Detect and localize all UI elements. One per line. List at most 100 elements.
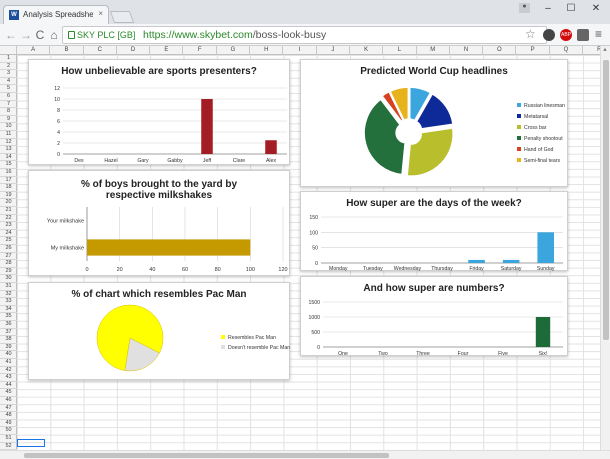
row-header[interactable]: 37 bbox=[0, 329, 17, 337]
user-profile-icon[interactable]: ● bbox=[519, 3, 530, 13]
horizontal-scroll-thumb[interactable] bbox=[24, 453, 389, 458]
column-header[interactable]: C bbox=[84, 46, 117, 55]
column-header[interactable]: G bbox=[217, 46, 251, 55]
chart-days[interactable]: How super are the days of the week? 0 50 1… bbox=[300, 191, 568, 272]
abp-icon[interactable]: ABP bbox=[560, 29, 572, 41]
row-header[interactable]: 20 bbox=[0, 199, 17, 207]
maximize-button[interactable]: ☐ bbox=[564, 3, 578, 14]
row-header[interactable]: 42 bbox=[0, 367, 17, 375]
column-header[interactable]: N bbox=[450, 46, 484, 55]
chrome-menu-icon[interactable]: ≡ bbox=[595, 27, 602, 41]
vertical-scroll-thumb[interactable] bbox=[603, 60, 609, 340]
row-header[interactable]: 39 bbox=[0, 344, 17, 352]
forward-button[interactable]: → bbox=[19, 28, 33, 42]
reload-button[interactable]: C bbox=[33, 28, 47, 42]
row-header[interactable]: 13 bbox=[0, 146, 17, 154]
column-header[interactable]: M bbox=[417, 46, 450, 55]
row-header[interactable]: 41 bbox=[0, 359, 17, 367]
row-header[interactable]: 31 bbox=[0, 283, 17, 291]
close-window-button[interactable]: ✕ bbox=[589, 3, 603, 14]
browser-tab[interactable]: W Analysis Spreadsheet of N × bbox=[3, 5, 109, 24]
bookmark-star-icon[interactable]: ☆ bbox=[525, 27, 536, 41]
row-header[interactable]: 21 bbox=[0, 207, 17, 215]
row-header[interactable]: 16 bbox=[0, 169, 17, 177]
column-header[interactable]: R bbox=[583, 46, 600, 55]
minimize-button[interactable]: – bbox=[541, 3, 555, 14]
column-header[interactable]: K bbox=[350, 46, 384, 55]
row-header[interactable]: 33 bbox=[0, 298, 17, 306]
column-header[interactable]: B bbox=[50, 46, 84, 55]
column-header[interactable]: P bbox=[517, 46, 550, 55]
row-header[interactable]: 27 bbox=[0, 253, 17, 261]
column-header[interactable]: O bbox=[483, 46, 517, 55]
column-header[interactable]: D bbox=[117, 46, 151, 55]
scroll-up-icon[interactable]: ▲ bbox=[602, 47, 608, 53]
select-all-corner[interactable] bbox=[0, 46, 17, 55]
column-header[interactable]: I bbox=[283, 46, 317, 55]
row-header[interactable]: 40 bbox=[0, 351, 17, 359]
row-header[interactable]: 22 bbox=[0, 215, 17, 223]
row-header[interactable]: 2 bbox=[0, 63, 17, 71]
back-button[interactable]: ← bbox=[4, 28, 18, 42]
row-header[interactable]: 23 bbox=[0, 222, 17, 230]
row-header[interactable]: 25 bbox=[0, 237, 17, 245]
vertical-scrollbar[interactable]: ▲ bbox=[600, 46, 610, 450]
column-header[interactable]: E bbox=[150, 46, 184, 55]
row-header[interactable]: 51 bbox=[0, 435, 17, 443]
row-header[interactable]: 1 bbox=[0, 55, 17, 63]
row-header[interactable]: 3 bbox=[0, 70, 17, 78]
row-header[interactable]: 49 bbox=[0, 420, 17, 428]
row-header[interactable]: 7 bbox=[0, 101, 17, 109]
row-header[interactable]: 36 bbox=[0, 321, 17, 329]
chart-milkshakes[interactable]: % of boys brought to the yard by respect… bbox=[28, 170, 290, 276]
row-header[interactable]: 32 bbox=[0, 291, 17, 299]
home-button[interactable]: ⌂ bbox=[47, 28, 61, 42]
row-header[interactable]: 17 bbox=[0, 177, 17, 185]
row-header[interactable]: 48 bbox=[0, 412, 17, 420]
row-header[interactable]: 18 bbox=[0, 184, 17, 192]
row-header[interactable]: 28 bbox=[0, 260, 17, 268]
column-header[interactable]: H bbox=[250, 46, 284, 55]
row-header[interactable]: 8 bbox=[0, 108, 17, 116]
timer-icon[interactable] bbox=[543, 29, 555, 41]
row-header[interactable]: 29 bbox=[0, 268, 17, 276]
column-header[interactable]: F bbox=[184, 46, 217, 55]
row-header[interactable]: 44 bbox=[0, 382, 17, 390]
row-header[interactable]: 34 bbox=[0, 306, 17, 314]
row-header[interactable]: 30 bbox=[0, 275, 17, 283]
chart-numbers[interactable]: And how super are numbers? 0 500 1000 1500 O… bbox=[300, 276, 568, 357]
row-header[interactable]: 50 bbox=[0, 427, 17, 435]
row-header[interactable]: 9 bbox=[0, 116, 17, 124]
row-header[interactable]: 35 bbox=[0, 313, 17, 321]
row-header[interactable]: 19 bbox=[0, 192, 17, 200]
chart-presenters[interactable]: How unbelievable are sports presenters? … bbox=[28, 59, 290, 165]
row-header[interactable]: 43 bbox=[0, 374, 17, 382]
row-header[interactable]: 47 bbox=[0, 405, 17, 413]
row-header[interactable]: 52 bbox=[0, 443, 17, 450]
column-header[interactable]: J bbox=[317, 46, 350, 55]
row-header[interactable]: 4 bbox=[0, 78, 17, 86]
address-bar[interactable]: SKY PLC [GB] https://www.skybet.com/boss… bbox=[62, 26, 547, 44]
horizontal-scrollbar[interactable] bbox=[0, 450, 610, 459]
column-header[interactable]: L bbox=[383, 46, 417, 55]
selected-cell[interactable] bbox=[17, 439, 45, 447]
tab-close-icon[interactable]: × bbox=[98, 9, 103, 18]
chart-pacman[interactable]: % of chart which resembles Pac Man Resem… bbox=[28, 282, 290, 380]
row-header[interactable]: 6 bbox=[0, 93, 17, 101]
chart-world-cup[interactable]: Predicted World Cup headlines Russian li… bbox=[300, 59, 568, 187]
row-header[interactable]: 24 bbox=[0, 230, 17, 238]
row-header[interactable]: 5 bbox=[0, 85, 17, 93]
column-header[interactable]: Q bbox=[550, 46, 584, 55]
row-header[interactable]: 14 bbox=[0, 154, 17, 162]
row-header[interactable]: 46 bbox=[0, 397, 17, 405]
column-header[interactable]: A bbox=[17, 46, 51, 55]
row-header[interactable]: 12 bbox=[0, 139, 17, 147]
row-header[interactable]: 10 bbox=[0, 123, 17, 131]
row-header[interactable]: 15 bbox=[0, 161, 17, 169]
row-header[interactable]: 38 bbox=[0, 336, 17, 344]
row-header[interactable]: 26 bbox=[0, 245, 17, 253]
row-header[interactable]: 11 bbox=[0, 131, 17, 139]
eyedropper-icon[interactable] bbox=[577, 29, 589, 41]
row-header[interactable]: 45 bbox=[0, 389, 17, 397]
new-tab-button[interactable] bbox=[109, 11, 135, 23]
